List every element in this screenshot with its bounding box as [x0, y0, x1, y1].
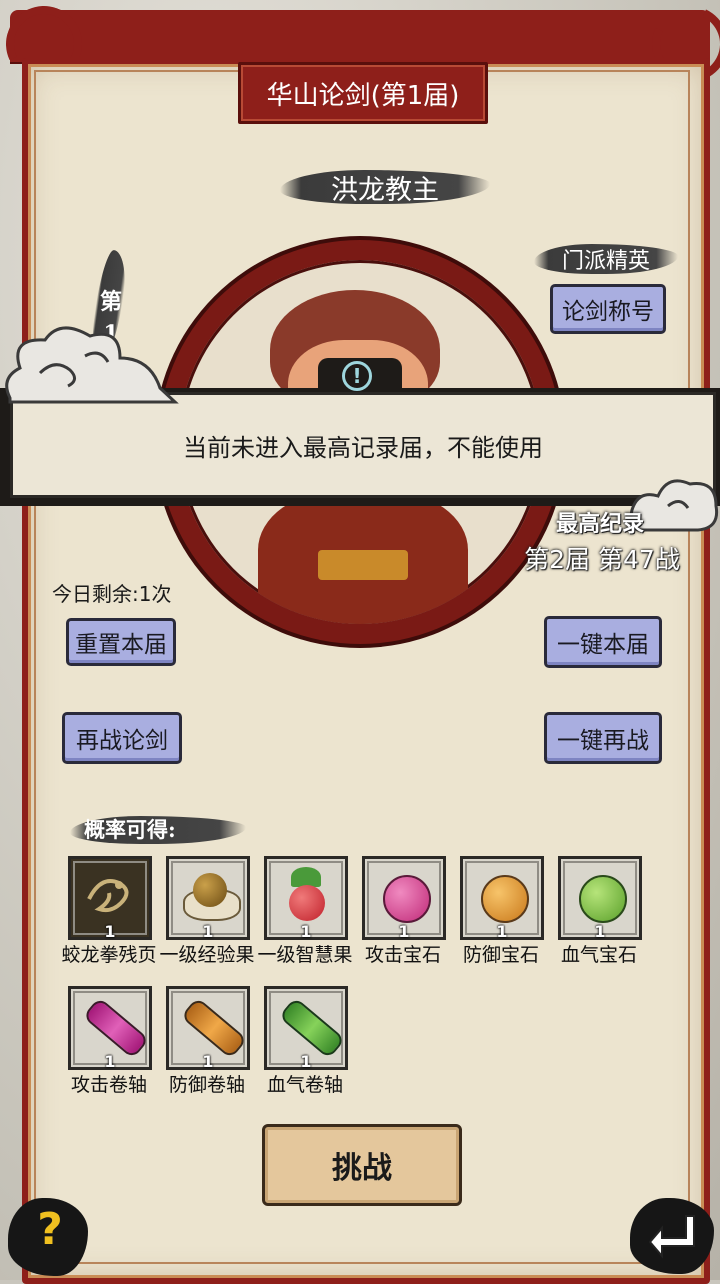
item-count: 1	[202, 922, 214, 941]
item-name: 一级智慧果	[257, 944, 353, 966]
help-icon: ?	[37, 1204, 63, 1255]
item-name: 一级经验果	[159, 944, 255, 966]
dragon-page-icon	[87, 879, 129, 913]
rank-label: 第	[99, 289, 122, 315]
challenge-button[interactable]: 挑战	[262, 1124, 462, 1206]
frame-top-bar	[10, 10, 710, 62]
character-belt	[318, 550, 408, 580]
item-count: 1	[202, 1052, 214, 1071]
reward-item[interactable]: 1	[264, 986, 348, 1071]
page-title: 华山论剑(第1届)	[266, 80, 460, 111]
reward-item[interactable]: 1	[166, 856, 250, 941]
item-count: 1	[594, 922, 606, 941]
rewards-label: 概率可得:	[70, 808, 250, 848]
attack-scroll-icon	[82, 996, 150, 1060]
reward-item[interactable]: 1	[68, 986, 152, 1071]
defense-scroll-icon	[180, 996, 248, 1060]
reset-round-button[interactable]: 重置本届	[66, 618, 176, 666]
alert-icon: !	[342, 361, 372, 391]
boss-name-banner: 洪龙教主	[280, 160, 490, 214]
item-count: 1	[104, 922, 116, 941]
return-arrow-icon	[648, 1215, 695, 1259]
attack-gem-icon	[383, 875, 431, 923]
reward-item[interactable]: 1	[264, 856, 348, 941]
cloud-left-icon	[5, 326, 179, 404]
reward-item[interactable]: 1	[558, 856, 642, 941]
item-count: 1	[496, 922, 508, 941]
reward-item[interactable]: 1	[166, 986, 250, 1071]
item-name: 蛟龙拳残页	[61, 944, 157, 966]
item-count: 1	[300, 1052, 312, 1071]
vitality-scroll-icon	[278, 996, 346, 1060]
boss-name: 洪龙教主	[331, 174, 439, 206]
help-button[interactable]: ?	[0, 1190, 96, 1280]
item-name: 攻击宝石	[364, 944, 441, 966]
one-key-round-button[interactable]: 一键本届	[544, 616, 662, 668]
leaf-icon	[291, 867, 321, 887]
one-key-again-button[interactable]: 一键再战	[544, 712, 662, 764]
record-label: 最高纪录	[555, 511, 644, 537]
wisdom-fruit-icon	[289, 885, 325, 921]
title-plate: 华山论剑(第1届)	[238, 62, 488, 124]
item-count: 1	[104, 1052, 116, 1071]
item-name: 血气卷轴	[266, 1074, 343, 1096]
title-button[interactable]: 论剑称号	[550, 284, 666, 334]
exp-fruit-icon	[193, 873, 227, 907]
reward-item[interactable]: 1	[362, 856, 446, 941]
item-count: 1	[300, 922, 312, 941]
vitality-gem-icon	[579, 875, 627, 923]
rewards-label-text: 概率可得:	[84, 817, 176, 842]
reward-item[interactable]: 1	[460, 856, 544, 941]
remaining-attempts: 今日剩余:1次	[52, 582, 172, 606]
item-name: 血气宝石	[560, 944, 637, 966]
alert-message: 当前未进入最高记录届，不能使用	[183, 433, 543, 462]
record-value: 第2届 第47战	[524, 545, 680, 574]
item-count: 1	[398, 922, 410, 941]
item-name: 攻击卷轴	[70, 1074, 147, 1096]
sect-label: 门派精英	[534, 238, 678, 280]
reward-item[interactable]: 1	[68, 856, 152, 941]
defense-gem-icon	[481, 875, 529, 923]
sect-label-text: 门派精英	[561, 249, 650, 274]
back-button[interactable]	[624, 1190, 720, 1280]
item-name: 防御宝石	[462, 944, 539, 966]
item-name: 防御卷轴	[168, 1074, 245, 1096]
fight-again-button[interactable]: 再战论剑	[62, 712, 182, 764]
